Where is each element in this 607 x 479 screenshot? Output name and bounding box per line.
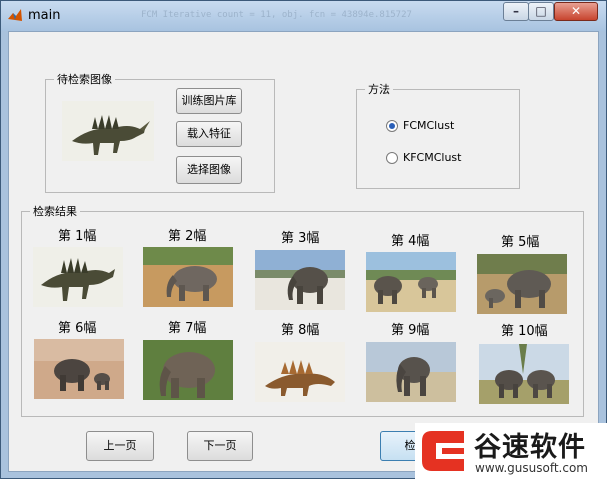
matlab-icon	[8, 9, 22, 21]
watermark-logo: 谷速软件 www.gususoft.com	[415, 423, 607, 479]
elephant-icon	[143, 247, 233, 307]
method-group: 方法	[356, 81, 520, 189]
brand-logo-icon	[422, 431, 464, 471]
result-image-2[interactable]	[143, 247, 233, 307]
result-label: 第 4幅	[391, 234, 430, 249]
prev-page-button[interactable]: 上一页	[86, 431, 154, 461]
elephant-icon	[143, 340, 233, 400]
dinosaur-icon	[33, 247, 123, 307]
maximize-button[interactable]: □	[528, 2, 554, 21]
title-bar[interactable]: main FCM Iterative count = 11, obj. fcn …	[1, 1, 606, 31]
background-console-text: FCM Iterative count = 11, obj. fcn = 438…	[141, 10, 412, 20]
result-label: 第 5幅	[501, 235, 540, 250]
load-features-button[interactable]: 载入特征	[176, 121, 242, 147]
result-label: 第 8幅	[281, 323, 320, 338]
elephant-icon	[366, 252, 456, 312]
dinosaur-icon	[255, 342, 345, 402]
radio-fcmclust-label: FCMClust	[403, 119, 455, 132]
result-label: 第 3幅	[281, 231, 320, 246]
query-image-group-title: 待检索图像	[57, 73, 112, 86]
radio-kfcmclust-label: KFCMClust	[403, 151, 462, 164]
radio-unselected-icon[interactable]	[386, 152, 398, 164]
result-label: 第 1幅	[58, 229, 97, 244]
main-window: main FCM Iterative count = 11, obj. fcn …	[0, 0, 607, 479]
result-image-7[interactable]	[143, 340, 233, 400]
result-image-4[interactable]	[366, 252, 456, 312]
result-label: 第 10幅	[501, 324, 548, 339]
query-image	[62, 101, 154, 161]
result-image-6[interactable]	[34, 339, 124, 399]
close-icon: ✕	[570, 4, 582, 18]
result-label: 第 9幅	[391, 323, 430, 338]
result-image-10[interactable]	[479, 344, 569, 404]
close-button[interactable]: ✕	[554, 2, 598, 21]
train-library-button[interactable]: 训练图片库	[176, 88, 242, 114]
result-image-1[interactable]	[33, 247, 123, 307]
elephant-icon	[34, 339, 124, 399]
elephant-icon	[255, 250, 345, 310]
brand-name: 谷速软件	[474, 432, 586, 463]
result-label: 第 7幅	[168, 321, 207, 336]
result-image-3[interactable]	[255, 250, 345, 310]
next-page-button[interactable]: 下一页	[187, 431, 253, 461]
window-title: main	[28, 8, 61, 23]
select-image-button[interactable]: 选择图像	[176, 156, 242, 184]
minimize-icon: –	[513, 4, 519, 18]
result-image-9[interactable]	[366, 342, 456, 402]
minimize-button[interactable]: –	[503, 2, 529, 21]
result-image-8[interactable]	[255, 342, 345, 402]
result-label: 第 6幅	[58, 321, 97, 336]
elephant-icon	[366, 342, 456, 402]
maximize-icon: □	[535, 4, 547, 18]
result-image-5[interactable]	[477, 254, 567, 314]
radio-selected-icon[interactable]	[386, 120, 398, 132]
brand-url: www.gususoft.com	[475, 461, 588, 475]
elephant-icon	[477, 254, 567, 314]
dinosaur-icon	[62, 101, 154, 161]
result-label: 第 2幅	[168, 229, 207, 244]
results-group-title: 检索结果	[33, 205, 77, 218]
elephant-icon	[479, 344, 569, 404]
method-group-title: 方法	[368, 83, 390, 96]
